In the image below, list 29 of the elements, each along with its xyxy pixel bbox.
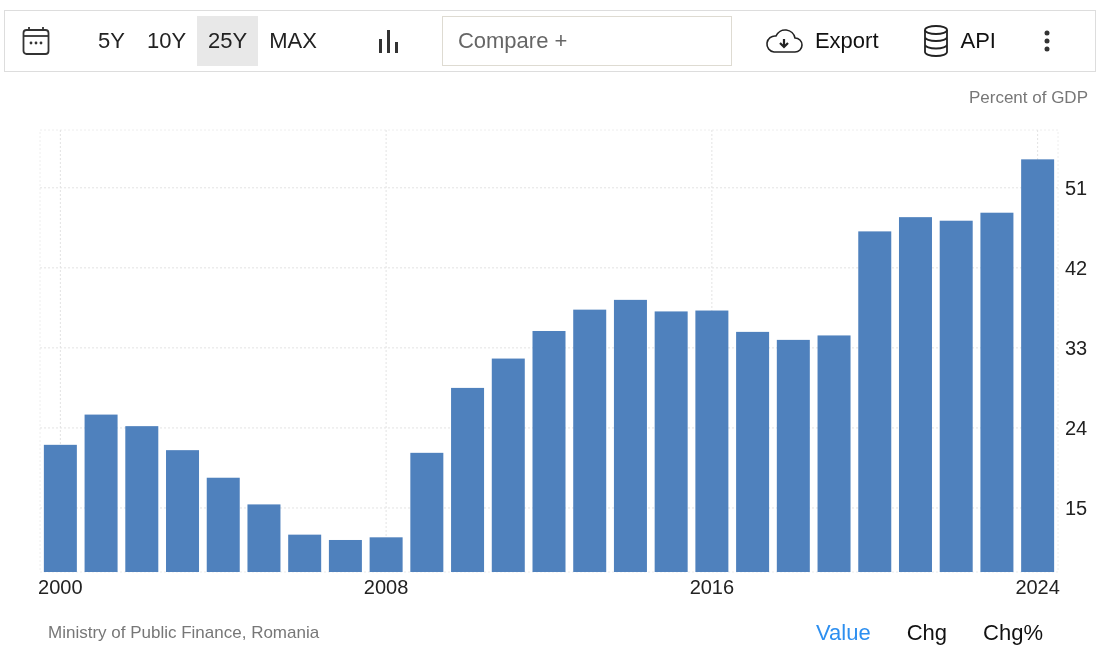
range-tab[interactable]: 5Y [87, 16, 136, 66]
y-axis-label: 33 [1064, 336, 1088, 359]
source-text: Ministry of Public Finance, Romania [48, 623, 320, 643]
unit-label: Percent of GDP [968, 88, 1088, 108]
y-axis-label: 42 [1064, 256, 1088, 279]
x-axis-label: 2016 [689, 576, 735, 598]
api-button[interactable]: API [922, 25, 996, 57]
range-tab[interactable]: MAX [258, 16, 328, 66]
bar [369, 537, 403, 572]
view-tab[interactable]: Chg [888, 620, 966, 646]
bar [288, 534, 322, 572]
database-icon [922, 25, 949, 57]
more-menu-icon[interactable] [1044, 30, 1050, 52]
view-tab[interactable]: Chg% [965, 620, 1061, 646]
compare-field[interactable]: Compare + [441, 16, 732, 66]
x-axis-label: 2008 [363, 576, 409, 598]
cloud-download-icon [764, 28, 803, 54]
range-tab[interactable]: 25Y [197, 16, 259, 66]
y-axis-label: 51 [1064, 176, 1088, 199]
y-axis-label: 15 [1064, 496, 1088, 519]
calendar-icon[interactable] [22, 26, 50, 56]
x-axis-label: 2024 [1015, 576, 1060, 598]
x-axis-label: 2000 [38, 576, 83, 598]
range-tab[interactable]: 10Y [135, 16, 198, 66]
bar [328, 540, 362, 572]
bar-chart-icon[interactable] [377, 29, 400, 53]
y-axis-label: 24 [1064, 416, 1088, 439]
bar [247, 504, 281, 572]
export-button[interactable]: Export [764, 28, 879, 54]
